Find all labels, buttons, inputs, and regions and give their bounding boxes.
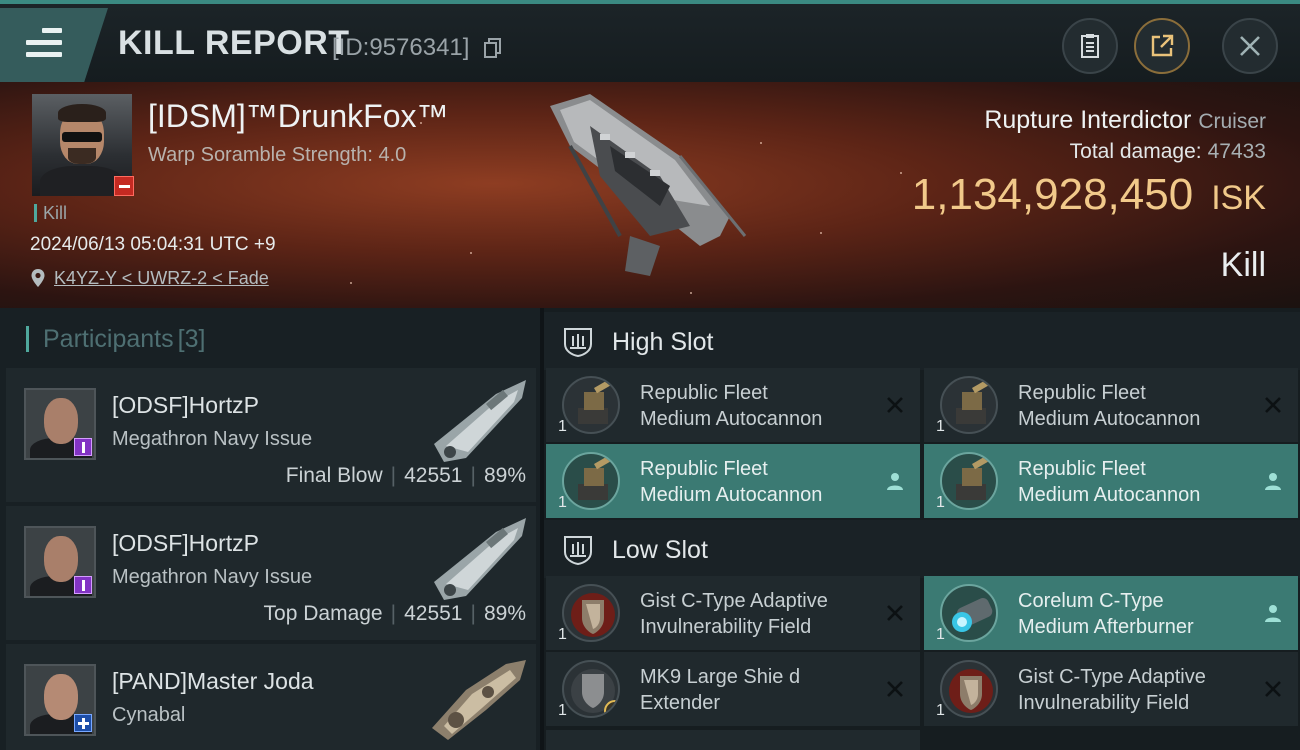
kill-result-label: Kill [1220, 246, 1266, 284]
dropped-person-icon [1265, 473, 1281, 490]
dropped-person-icon [887, 473, 903, 490]
victim-name[interactable]: [IDSM]™DrunkFox™ [148, 98, 448, 135]
total-damage: Total damage: 47433 [1069, 140, 1266, 163]
participant-name: [ODSF]HortzP [112, 530, 259, 556]
module-item[interactable]: 1 Republic Fleet Medium Autocannon [924, 368, 1298, 442]
destroyed-x-icon [887, 397, 903, 413]
participant-stats: Top Damage | 42551 | 89% [263, 602, 526, 625]
autocannon-icon [940, 376, 998, 434]
module-name: Corelum C-Type Medium Afterburner [1018, 590, 1194, 638]
close-button[interactable] [1222, 18, 1278, 74]
module-name: MK9 Large Shie d Extender [640, 666, 801, 714]
isk-value: 1,134,928,450 ISK [911, 170, 1266, 219]
low-slot-icon [564, 536, 592, 566]
share-button[interactable] [1134, 18, 1190, 74]
kill-tag: Kill [34, 204, 67, 222]
shield-hardener-icon [940, 660, 998, 718]
clipboard-icon [1081, 34, 1099, 58]
module-item-partial[interactable] [546, 730, 920, 750]
victim-ship-image[interactable] [530, 86, 770, 286]
module-item[interactable]: 1 Corelum C-Type Medium Afterburner [924, 576, 1298, 650]
plus-icon [604, 700, 618, 716]
destroyed-x-icon [887, 605, 903, 621]
module-item[interactable]: 1 Republic Fleet Medium Autocannon [546, 444, 920, 518]
victim-warp-strength: Warp Soramble Strength: 4.0 [148, 144, 407, 166]
clipboard-button[interactable] [1062, 18, 1118, 74]
module-item[interactable]: 1 Republic Fleet Medium Autocannon [924, 444, 1298, 518]
page-title: KILL REPORT [118, 24, 350, 62]
participant-avatar[interactable] [24, 526, 96, 598]
autocannon-icon [562, 376, 620, 434]
destroyed-x-icon [1265, 681, 1281, 697]
participant-row[interactable]: [ODSF]HortzP Megathron Navy Issue Final … [6, 368, 536, 502]
autocannon-icon [940, 452, 998, 510]
low-slot-title: Low Slot [612, 536, 708, 564]
afterburner-icon [940, 584, 998, 642]
high-slot-icon [564, 328, 592, 358]
location-pin-icon [31, 269, 45, 287]
module-name: Republic Fleet Medium Autocannon [1018, 458, 1201, 506]
victim-ship-name[interactable]: Rupture Interdictor Cruiser [984, 106, 1266, 135]
participants-panel: Participants [3] [ODSF]HortzP Megathron N… [0, 308, 540, 750]
participant-ship-image [432, 660, 526, 740]
corp-minus-badge [114, 176, 134, 196]
kill-location-link[interactable]: K4YZ-Y < UWRZ-2 < Fade [54, 268, 269, 289]
high-slot-header: High Slot [544, 312, 1300, 370]
title-bar: KILL REPORT [ID:9576341] [0, 0, 1300, 82]
participant-ship: Megathron Navy Issue [112, 428, 313, 450]
module-name: Republic Fleet Medium Autocannon [640, 382, 823, 430]
high-slot-title: High Slot [612, 328, 714, 356]
module-name: Republic Fleet Medium Autocannon [640, 458, 823, 506]
participants-header: Participants [3] [26, 326, 205, 352]
module-name: Republic Fleet Medium Autocannon [1018, 382, 1201, 430]
hamburger-icon [26, 28, 62, 64]
module-item[interactable]: 1 MK9 Large Shie d Extender [546, 652, 920, 726]
victim-banner: [IDSM]™DrunkFox™ Warp Soramble Strength:… [0, 82, 1300, 308]
kill-datetime: 2024/06/13 05:04:31 UTC +9 [30, 234, 276, 255]
participant-name: [PAND]Master Joda [112, 668, 314, 694]
participant-avatar[interactable] [24, 664, 96, 736]
menu-button[interactable] [0, 8, 108, 82]
module-item[interactable]: 1 Gist C-Type Adaptive Invulnerability Fi… [546, 576, 920, 650]
shield-extender-icon [562, 660, 620, 718]
report-id: [ID:9576341] [332, 34, 470, 61]
autocannon-icon [562, 452, 620, 510]
corp-badge-icon [74, 714, 92, 732]
dropped-person-icon [1265, 605, 1281, 622]
participant-row[interactable]: [PAND]Master Joda Cynabal [6, 644, 536, 750]
module-item[interactable]: 1 Gist C-Type Adaptive Invulnerability Fi… [924, 652, 1298, 726]
destroyed-x-icon [887, 681, 903, 697]
participant-name: [ODSF]HortzP [112, 392, 259, 418]
low-slot-header: Low Slot [544, 520, 1300, 578]
close-icon [1240, 36, 1260, 56]
participant-ship-image [434, 518, 526, 600]
corp-badge-icon [74, 438, 92, 456]
participant-row[interactable]: [ODSF]HortzP Megathron Navy Issue Top Da… [6, 506, 536, 640]
participant-stats: Final Blow | 42551 | 89% [285, 464, 526, 487]
module-name: Gist C-Type Adaptive Invulnerability Fiel… [1018, 666, 1206, 714]
share-icon [1151, 34, 1174, 57]
participant-avatar[interactable] [24, 388, 96, 460]
fitting-panel: High Slot 1 Republic Fleet Medium Autocan… [544, 308, 1300, 750]
module-item[interactable]: 1 Republic Fleet Medium Autocannon [546, 368, 920, 442]
shield-hardener-icon [562, 584, 620, 642]
participant-ship: Cynabal [112, 704, 186, 726]
module-name: Gist C-Type Adaptive Invulnerability Fiel… [640, 590, 828, 638]
participant-ship-image [434, 380, 526, 462]
corp-badge-icon [74, 576, 92, 594]
participant-ship: Megathron Navy Issue [112, 566, 313, 588]
destroyed-x-icon [1265, 397, 1281, 413]
copy-icon[interactable] [484, 38, 502, 58]
